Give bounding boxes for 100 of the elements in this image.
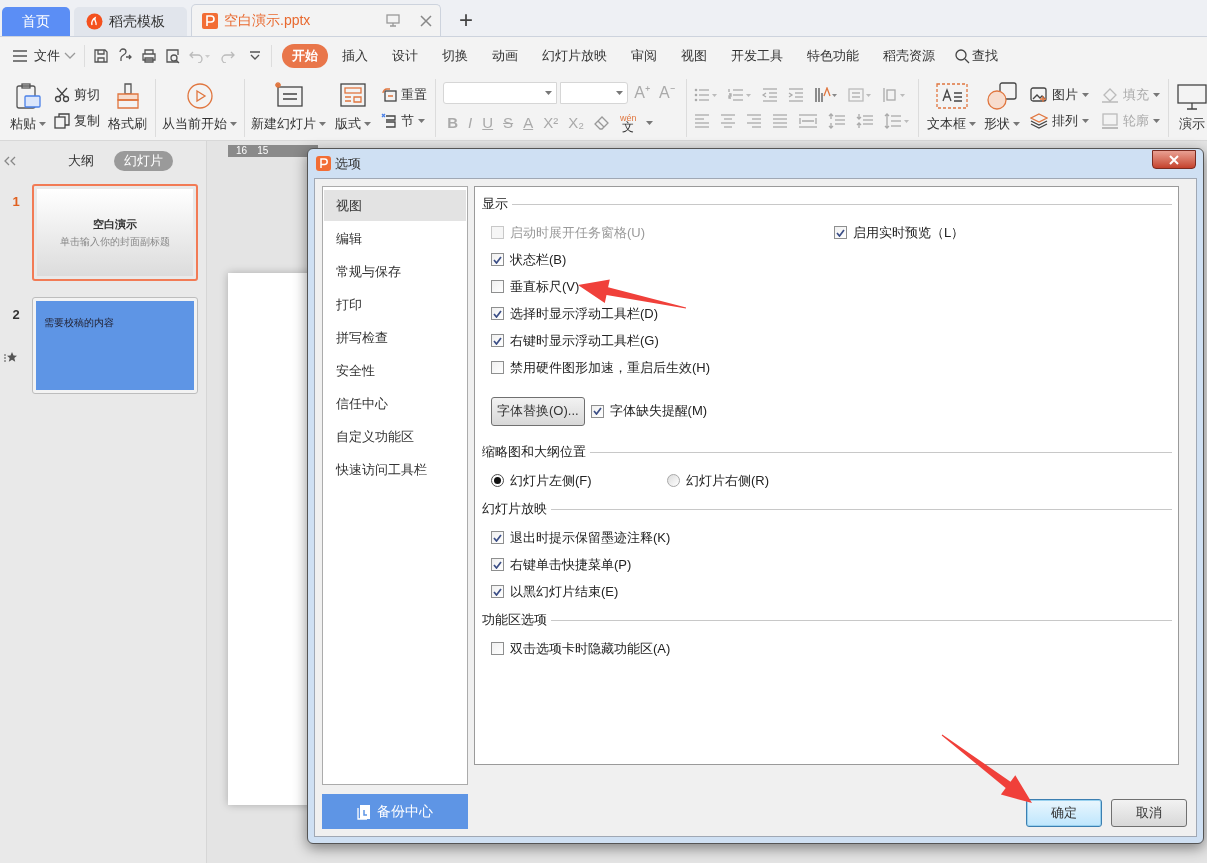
redo-icon [219,49,235,63]
caret-icon [1082,92,1090,97]
checkbox[interactable]: 退出时提示保留墨迹注释(K) [491,527,671,548]
checkbox[interactable]: 垂直标尺(V) [491,276,580,297]
close-button[interactable] [1152,150,1196,169]
line-spacing-icon [882,86,907,103]
format-painter-button[interactable]: 格式刷 [108,81,147,134]
checkbox[interactable]: 右键单击快捷菜单(P) [491,554,632,575]
checkbox[interactable]: 右键时显示浮动工具栏(G) [491,330,659,351]
menu-icon [12,50,28,62]
section-heading: 缩略图和大纲位置 [482,443,587,462]
ribbon-tab[interactable]: 特色功能 [797,44,869,68]
ribbon-tab[interactable]: 设计 [382,44,428,68]
text-direction-icon [814,86,839,103]
checkbox[interactable]: 以黑幻灯片结束(E) [491,581,619,602]
ribbon-tab[interactable]: 稻壳资源 [873,44,945,68]
nav-item[interactable]: 打印 [324,289,466,320]
caret-icon [39,121,46,126]
nav-item[interactable]: 自定义功能区 [324,421,466,452]
cut-button[interactable]: 剪切 [54,83,100,106]
print-preview-icon [165,48,181,64]
layout-button[interactable]: 版式 [334,81,371,134]
presentation-tool-button[interactable]: 演示 [1176,81,1207,134]
paragraph-spacing-icon [828,112,847,129]
align-center-icon [720,113,737,128]
nav-item[interactable]: 信任中心 [324,388,466,419]
play-from-current-button[interactable]: 从当前开始 [163,81,236,134]
ribbon-tab[interactable]: 开发工具 [721,44,793,68]
nav-item[interactable]: 常规与保存 [324,256,466,287]
caret-icon [319,121,326,126]
radio-button[interactable]: 幻灯片右侧(R) [667,470,770,491]
check-icon [493,533,502,542]
caret-icon [417,118,425,123]
font-replace-button[interactable]: 字体替换(O)... [491,396,585,426]
ribbon-tab[interactable]: 动画 [482,44,528,68]
text-box-icon [934,81,969,110]
increase-indent-icon [788,87,805,102]
line-spacing-icon [884,112,911,129]
close-icon [420,14,432,27]
caret-icon [1013,121,1021,126]
reset-icon [380,86,397,103]
section-heading: 显示 [482,195,509,214]
ribbon-tab[interactable]: 插入 [332,44,378,68]
shape-button[interactable]: 形状 [984,81,1021,134]
nav-item[interactable]: 编辑 [324,223,466,254]
ribbon-tab[interactable]: 审阅 [621,44,667,68]
radio-button[interactable]: 幻灯片左侧(F) [491,470,592,491]
slide-thumbnail[interactable]: 需要校稿的内容 [32,297,198,394]
checkbox[interactable]: 禁用硬件图形加速，重启后生效(H) [491,357,711,378]
radio-icon[interactable] [667,474,680,487]
clipboard-icon [14,81,42,110]
new-tab-button[interactable]: + [459,8,473,32]
monitor-icon [1176,81,1207,110]
layers-icon [1030,112,1049,129]
ruler-number: 16 [236,146,248,156]
view-tab[interactable]: 大纲 [58,151,104,171]
align-left-icon [694,113,711,128]
caret-icon [1082,118,1090,123]
monitor-icon [386,14,400,27]
ok-button[interactable]: 确定 [1026,799,1102,827]
copy-button[interactable]: 复制 [54,109,100,132]
section-icon [380,112,397,129]
checkbox: 启动时展开任务窗格(U) [491,222,646,243]
nav-item[interactable]: 视图 [324,190,466,221]
font-name-field[interactable] [443,81,558,104]
slide-thumbnail[interactable]: 空白演示 单击输入你的封面副标题 [32,184,198,281]
search-button[interactable]: 查找 [955,46,998,66]
checkbox[interactable]: 选择时显示浮动工具栏(D) [491,303,659,324]
nav-item[interactable]: 安全性 [324,355,466,386]
ribbon-tab[interactable]: 幻灯片放映 [532,44,617,68]
cancel-button[interactable]: 取消 [1111,799,1187,827]
file-menu[interactable]: 文件 [34,46,60,66]
play-circle-icon [185,81,214,110]
ribbon-button[interactable]: 排列 [1030,109,1090,132]
fill-icon [1101,86,1120,103]
font-size-field[interactable] [560,81,629,104]
ribbon-button[interactable]: 图片 [1030,83,1090,106]
radio-icon[interactable] [491,474,504,487]
checkbox[interactable]: 启用实时预览（L） [834,222,965,243]
ribbon-tab[interactable]: 切换 [432,44,478,68]
document-tab[interactable]: 稻壳模板 [74,7,187,36]
section-button[interactable]: 节 [380,109,427,132]
new-slide-button[interactable]: 新建幻灯片 [252,81,325,134]
phonetic-guide-button[interactable]: wén 文 [619,114,637,132]
ribbon-tab[interactable]: 视图 [671,44,717,68]
check-icon [493,309,502,318]
caret-icon [230,121,238,126]
chevron-down-icon [64,52,76,60]
ruler-number: 15 [257,146,269,156]
reset-button[interactable]: 重置 [380,83,427,106]
text-box-button[interactable]: 文本框 [927,81,977,134]
caret-icon [545,90,553,95]
checkbox[interactable]: 字体缺失提醒(M) [590,401,708,421]
nav-item[interactable]: 拼写检查 [324,322,466,353]
checkbox[interactable]: 状态栏(B) [491,249,567,270]
paste-button[interactable]: 粘贴 [10,81,46,134]
checkbox[interactable]: 双击选项卡时隐藏功能区(A) [491,638,671,659]
nav-item[interactable]: 快速访问工具栏 [324,454,466,485]
save-icon [93,48,109,64]
check-icon [493,255,502,264]
